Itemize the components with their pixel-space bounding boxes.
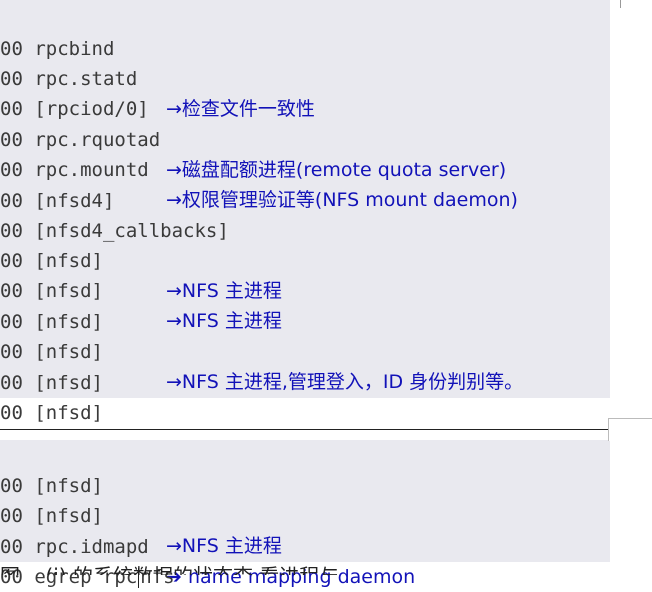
annotation-note: →NFS 主进程	[166, 280, 282, 302]
page-edge	[620, 0, 621, 8]
annotation-note: →NFS 主进程,管理登入，ID 身份判别等。	[166, 371, 524, 393]
code-text: 00 [nfsd]	[0, 402, 103, 424]
code-line: 00 [rpciod/0]	[0, 64, 149, 120]
code-line: 00 [nfsd] →NFS 主进程	[0, 216, 282, 302]
annotation-note: →磁盘配额进程(remote quota server)	[166, 159, 507, 181]
figure-caption: 图 (i) 的系统数据的状态查 看进程与	[0, 564, 652, 575]
code-line: 00 [nfsd]	[0, 338, 103, 394]
code-line: 00 [nfsd] →NFS 主进程,管理登入，ID 身份判别等。	[0, 307, 523, 393]
annotation-note: →权限管理验证等(NFS mount daemon)	[166, 189, 518, 211]
code-line: 00 [nfsd4_callbacks]	[0, 186, 229, 242]
code-line: 00 [nfsd]	[0, 368, 103, 424]
code-text: 00 [nfsd4_callbacks]	[0, 220, 229, 242]
code-line: 00 egrep rpc nfs	[0, 532, 175, 588]
code-line: 00 rpc.statd →检查文件一致性	[0, 34, 315, 120]
page-corner	[608, 418, 652, 441]
annotation-note: →NFS 主进程	[166, 310, 282, 332]
code-line: 00 [nfsd]	[0, 277, 103, 333]
code-line: 00 rpcbind	[0, 4, 114, 60]
code-line: 00 rpc.mountd →权限管理验证等(NFS mount daemon)	[0, 125, 518, 211]
page-separator	[0, 429, 652, 430]
code-line: 00 [nfsd4]	[0, 156, 114, 212]
code-text: 00 rpc.rquotad	[0, 129, 161, 151]
annotation-note: →NFS 主进程	[166, 535, 282, 557]
code-line: 00 rpc.rquotad →磁盘配额进程(remote quota serv…	[0, 95, 506, 181]
code-line: 00 [nfsd]	[0, 441, 103, 497]
code-line: 00 [nfsd] →NFS 主进程	[0, 471, 282, 557]
code-line: 00 [nfsd] →NFS 主进程	[0, 246, 282, 332]
annotation-note: →检查文件一致性	[166, 98, 315, 120]
code-line: 00 rpc.idmapd ➔ name mapping daemon	[0, 502, 415, 588]
